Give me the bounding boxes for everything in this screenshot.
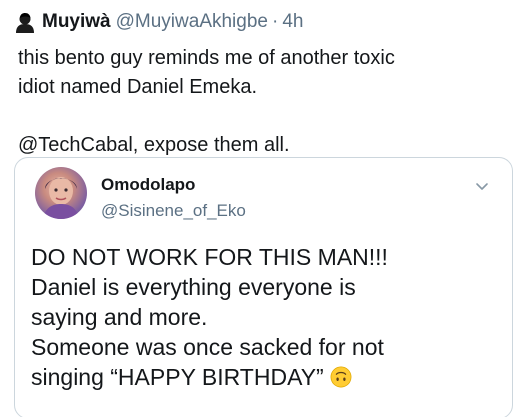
person-silhouette-icon[interactable] [14,11,36,33]
quoted-tweet-text: DO NOT WORK FOR THIS MAN!!! Daniel is ev… [31,242,501,392]
separator-dot: · [271,11,279,32]
tweet-header: Muyiwà @MuyiwaAkhigbe · 4h [14,8,303,36]
quoted-author-handle[interactable]: @Sisinene_of_Eko [101,201,246,221]
tweet-card: Muyiwà @MuyiwaAkhigbe · 4h this bento gu… [0,0,515,417]
tweet-text: this bento guy reminds me of another tox… [18,47,395,156]
author-name[interactable]: Muyiwà [42,11,111,33]
chevron-down-icon[interactable] [474,178,490,194]
quoted-tweet[interactable]: Omodolapo @Sisinene_of_Eko DO NOT WORK F… [14,157,513,417]
author-handle[interactable]: @MuyiwaAkhigbe [116,11,268,33]
quoted-author-name[interactable]: Omodolapo [101,175,195,195]
upside-down-face-emoji [330,366,352,388]
avatar[interactable] [35,167,87,219]
tweet-timestamp[interactable]: 4h [282,11,303,33]
